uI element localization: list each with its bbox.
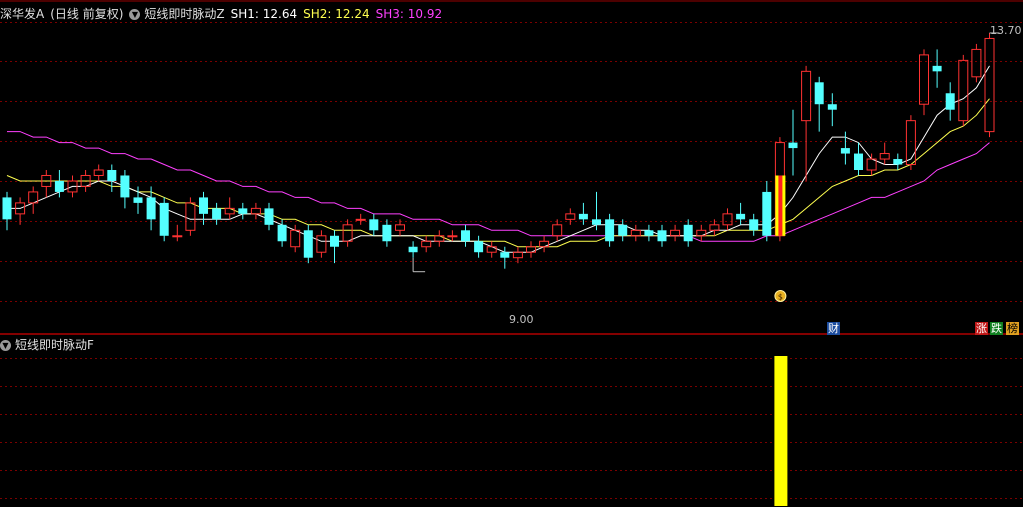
candle-body-up bbox=[709, 224, 720, 231]
tag-cai[interactable]: 财 bbox=[827, 322, 840, 335]
candle-body-down bbox=[644, 230, 654, 236]
candle-body-up bbox=[93, 169, 104, 176]
ma3-line bbox=[7, 131, 990, 242]
candle-body-up bbox=[552, 224, 563, 237]
candle-body-down bbox=[107, 170, 117, 181]
ma2-line bbox=[6, 98, 990, 248]
candle-body-up bbox=[670, 229, 681, 237]
ma1-line bbox=[7, 65, 990, 253]
candle-body-down bbox=[814, 82, 824, 105]
candle-body-down bbox=[408, 246, 418, 253]
candle-body-down bbox=[932, 65, 942, 72]
candle-body-down bbox=[146, 197, 156, 220]
candle-body-down bbox=[159, 202, 169, 236]
candle-body-up bbox=[801, 70, 812, 122]
candle-body-up bbox=[512, 251, 523, 259]
tag-bang[interactable]: 榜 bbox=[1006, 322, 1019, 335]
candle-body-down bbox=[54, 180, 64, 192]
candle-body-down bbox=[120, 175, 130, 198]
candle-body-up bbox=[316, 235, 327, 253]
kline-chart[interactable]: $ bbox=[0, 0, 1023, 507]
candle-body-down bbox=[618, 224, 628, 236]
candle-body-down bbox=[893, 159, 903, 165]
candle-body-down bbox=[854, 153, 863, 170]
candle-body-down bbox=[461, 230, 470, 242]
candle-body-down bbox=[657, 230, 667, 242]
candle-body-up bbox=[630, 229, 641, 237]
candle-body-up bbox=[722, 213, 733, 226]
money-bag-symbol: $ bbox=[778, 293, 783, 302]
candle-body-down bbox=[683, 224, 693, 242]
candle-body-up bbox=[342, 224, 353, 242]
candle-body-up bbox=[250, 207, 261, 215]
candle-body-up bbox=[984, 37, 995, 133]
candle-body-down bbox=[133, 197, 143, 203]
candle-body-up bbox=[971, 48, 982, 78]
candle-body-up bbox=[395, 224, 405, 231]
candle-body-down bbox=[303, 230, 313, 258]
candle-body-down bbox=[474, 241, 484, 253]
candle-body-down bbox=[592, 219, 601, 225]
candle-body-down bbox=[749, 219, 759, 231]
candle-body-up bbox=[919, 54, 929, 105]
candle-body-down bbox=[736, 213, 746, 220]
candle-body-up bbox=[172, 235, 183, 238]
candle-body-down bbox=[762, 191, 772, 236]
candle-body-up bbox=[355, 218, 366, 221]
candle-body-up bbox=[958, 59, 969, 122]
high-price-label: 13.70 bbox=[990, 24, 1022, 37]
candle-body-down bbox=[212, 208, 222, 220]
candle-body-down bbox=[264, 208, 274, 225]
tag-die[interactable]: 跌 bbox=[990, 322, 1003, 335]
candle-body-down bbox=[500, 252, 510, 258]
candle-body-down bbox=[827, 104, 837, 110]
candle-body-down bbox=[330, 235, 339, 247]
candle-body-up bbox=[905, 120, 916, 166]
candle-body-up bbox=[185, 202, 196, 231]
candle-body-down bbox=[840, 148, 850, 154]
candle-body-up bbox=[879, 153, 890, 160]
candle-body-down bbox=[945, 93, 955, 110]
candle-body-down bbox=[2, 197, 12, 220]
tag-zhang[interactable]: 涨 bbox=[975, 322, 988, 335]
candle-body-up bbox=[565, 213, 576, 220]
candle-body-down bbox=[382, 224, 392, 242]
signal-bar-core bbox=[778, 175, 783, 236]
candle-body-down bbox=[788, 142, 798, 149]
candle-body-down bbox=[277, 224, 287, 242]
candle-body-down bbox=[605, 219, 615, 242]
candle-body-down bbox=[238, 208, 248, 214]
candle-body-up bbox=[421, 240, 432, 248]
low-price-label: 9.00 bbox=[509, 313, 534, 326]
candle-body-up bbox=[290, 229, 301, 248]
signal-bar-sub bbox=[774, 356, 788, 506]
candle-body-down bbox=[369, 219, 379, 231]
candle-body-down bbox=[578, 213, 588, 220]
candle-body-down bbox=[199, 197, 208, 214]
candle-body-up bbox=[447, 235, 458, 238]
